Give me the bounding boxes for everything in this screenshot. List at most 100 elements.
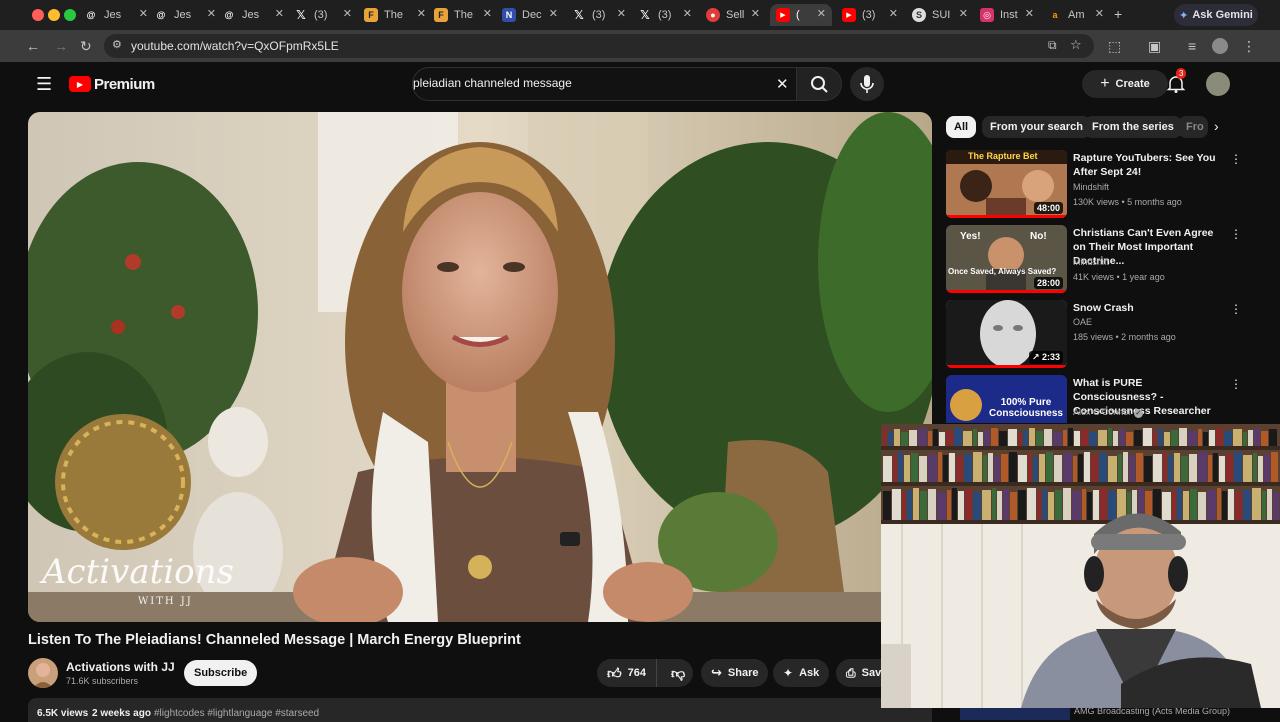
video-player[interactable]: Activations WITH JJ: [28, 112, 932, 622]
close-tab-icon[interactable]: ✕: [483, 7, 492, 20]
chevron-right-icon[interactable]: ›: [1214, 118, 1219, 134]
back-arrow-icon[interactable]: ←: [26, 38, 40, 54]
close-tab-icon[interactable]: ✕: [617, 7, 626, 20]
channel-avatar[interactable]: [28, 658, 58, 688]
browser-tab[interactable]: 𝕏 (3) ✕: [294, 4, 358, 26]
chip-from-your-search[interactable]: From your search: [982, 116, 1091, 138]
create-button[interactable]: + Create: [1082, 70, 1168, 98]
book-spine: [943, 455, 948, 482]
share-button[interactable]: ↪ Share: [701, 659, 769, 687]
chip-more[interactable]: Fro: [1178, 116, 1208, 138]
more-options-icon[interactable]: ⋮: [1230, 227, 1242, 241]
more-options-icon[interactable]: ⋮: [1230, 377, 1242, 391]
browser-tab[interactable]: 𝕏 (3) ✕: [572, 4, 632, 26]
subscribe-button[interactable]: Subscribe: [184, 660, 258, 686]
recommendation-title[interactable]: Rapture YouTubers: See You After Sept 24…: [1073, 151, 1223, 179]
recommendation-item[interactable]: 100% Pure Consciousness What is PURE Con…: [946, 375, 1246, 423]
browser-menu-icon[interactable]: ⋮: [1242, 38, 1256, 55]
chip-all[interactable]: All: [946, 116, 977, 138]
recommendation-thumbnail[interactable]: The Rapture Bet 48:00: [946, 150, 1067, 218]
close-tab-icon[interactable]: ✕: [751, 7, 760, 20]
tab-search-icon[interactable]: ▣: [1148, 38, 1161, 55]
maximize-window-button[interactable]: [64, 9, 76, 21]
youtube-logo[interactable]: ▶ Premium: [69, 73, 155, 95]
browser-tab[interactable]: ● Sell ✕: [706, 4, 766, 26]
account-avatar[interactable]: [1206, 72, 1230, 96]
close-tab-icon[interactable]: ✕: [417, 7, 426, 20]
more-options-icon[interactable]: ⋮: [1230, 302, 1242, 316]
save-button[interactable]: ⎙Save: [836, 659, 881, 687]
address-bar[interactable]: ⚙ youtube.com/watch?v=QxOFpmRx5LE ⧉ ☆: [104, 34, 1094, 58]
browser-tab[interactable]: 𝕏 (3) ✕: [638, 4, 698, 26]
close-window-button[interactable]: [32, 9, 44, 21]
close-tab-icon[interactable]: ✕: [549, 7, 558, 20]
recommendation-channel[interactable]: OAE: [1073, 317, 1092, 327]
voice-search-button[interactable]: [850, 67, 884, 101]
search-button[interactable]: [796, 67, 842, 101]
extensions-icon[interactable]: ⬚: [1108, 38, 1121, 55]
forward-arrow-icon[interactable]: →: [54, 38, 68, 54]
browser-tab[interactable]: ◎ Inst ✕: [980, 4, 1040, 26]
close-tab-icon[interactable]: ✕: [1025, 7, 1034, 20]
recommendation-thumbnail[interactable]: [960, 706, 1070, 720]
site-info-icon[interactable]: ⚙: [112, 38, 122, 51]
recommendation-item[interactable]: ↗ 2:33 Snow Crash OAE 185 views • 2 mont…: [946, 300, 1246, 368]
recommendation-item[interactable]: The Rapture Bet 48:00 Rapture YouTubers:…: [946, 150, 1246, 218]
recommendation-thumbnail[interactable]: ↗ 2:33: [946, 300, 1067, 368]
ask-button[interactable]: ✦ Ask: [773, 659, 830, 687]
reload-icon[interactable]: ↻: [80, 38, 92, 55]
book-spine: [928, 431, 932, 446]
install-app-icon[interactable]: ⧉: [1048, 38, 1057, 53]
book-spine: [1123, 452, 1128, 482]
browser-tab[interactable]: a Am ✕: [1048, 4, 1110, 26]
new-tab-button[interactable]: +: [1114, 6, 1122, 22]
close-tab-icon[interactable]: ✕: [343, 7, 352, 20]
close-tab-icon[interactable]: ✕: [889, 7, 898, 20]
browser-tab[interactable]: N Dec ✕: [502, 4, 564, 26]
close-tab-icon[interactable]: ✕: [683, 7, 692, 20]
notifications-button[interactable]: 3: [1166, 68, 1187, 99]
media-controls-icon[interactable]: ≡: [1188, 38, 1196, 54]
search-input[interactable]: pleiadian channeled message: [412, 67, 812, 101]
browser-tab[interactable]: @ Jes ✕: [154, 4, 222, 26]
hashtags[interactable]: #lightcodes #lightlanguage #starseed: [154, 708, 319, 719]
gemini-sparkle-icon: ✦: [1179, 9, 1189, 22]
recommendation-title[interactable]: Snow Crash: [1073, 301, 1223, 315]
browser-tab[interactable]: F The ✕: [364, 4, 432, 26]
hamburger-menu-icon[interactable]: ☰: [36, 74, 52, 95]
more-options-icon[interactable]: ⋮: [1230, 152, 1242, 166]
dislike-button[interactable]: 👎︎: [663, 659, 685, 687]
close-tab-icon[interactable]: ✕: [959, 7, 968, 20]
recommendation-channel[interactable]: Alex O'Connor ✓: [1073, 407, 1143, 418]
profile-avatar[interactable]: [1212, 38, 1228, 54]
book-spine: [1001, 454, 1008, 482]
close-tab-icon[interactable]: ✕: [207, 7, 216, 20]
description-box[interactable]: 6.5K views 2 weeks ago #lightcodes #ligh…: [28, 698, 932, 722]
recommendation-channel[interactable]: Mindshift: [1073, 257, 1109, 267]
recommendation-thumbnail[interactable]: Yes! No! Once Saved, Always Saved? 28:00: [946, 225, 1067, 293]
chip-from-the-series[interactable]: From the series: [1084, 116, 1182, 138]
close-tab-icon[interactable]: ✕: [275, 7, 284, 20]
book-spine: [994, 456, 1000, 482]
browser-tab-active[interactable]: ▶(✕: [770, 4, 832, 26]
book-spine: [1136, 453, 1143, 482]
close-tab-icon[interactable]: ✕: [1095, 7, 1104, 20]
close-tab-icon[interactable]: ✕: [817, 7, 826, 20]
browser-tab[interactable]: S SUI ✕: [912, 4, 974, 26]
recommendation-channel[interactable]: Mindshift: [1073, 182, 1109, 192]
clear-search-icon[interactable]: ✕: [776, 75, 789, 93]
recommendation-thumbnail[interactable]: 100% Pure Consciousness: [946, 375, 1067, 423]
like-button[interactable]: 👍︎ 764: [597, 659, 657, 687]
book-spine: [1153, 489, 1161, 520]
browser-tab[interactable]: @ Jes ✕: [222, 4, 290, 26]
channel-name[interactable]: Activations with JJ: [66, 660, 175, 674]
ask-gemini-button[interactable]: ✦ Ask Gemini: [1174, 4, 1258, 26]
bookmark-star-icon[interactable]: ☆: [1070, 37, 1082, 53]
browser-tab[interactable]: @ Jes ✕: [84, 4, 154, 26]
book-spine: [1126, 432, 1133, 446]
recommendation-item[interactable]: Yes! No! Once Saved, Always Saved? 28:00…: [946, 225, 1246, 293]
close-tab-icon[interactable]: ✕: [139, 7, 148, 20]
minimize-window-button[interactable]: [48, 9, 60, 21]
browser-tab[interactable]: ▶ (3) ✕: [842, 4, 904, 26]
browser-tab[interactable]: F The ✕: [434, 4, 498, 26]
